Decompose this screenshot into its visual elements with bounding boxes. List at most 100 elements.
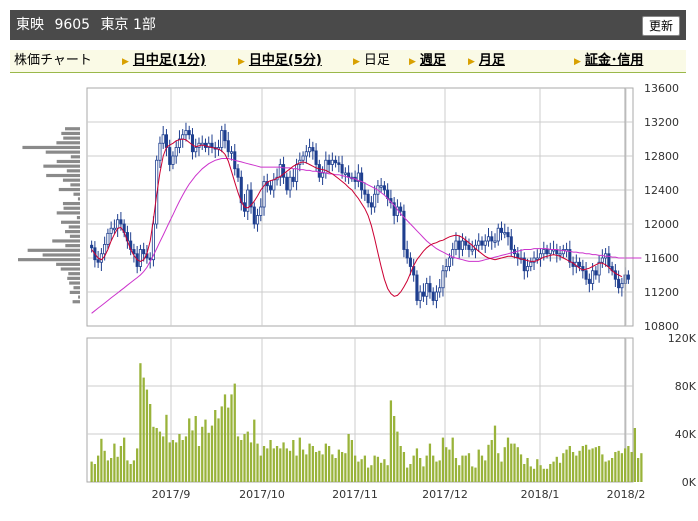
- volume-bar: [428, 443, 432, 482]
- volume-bar: [93, 464, 97, 482]
- volume-profile-bar: [56, 159, 80, 164]
- candle-body: [594, 270, 598, 276]
- candle-body: [317, 164, 321, 178]
- volume-bar: [575, 455, 578, 482]
- volume-bar: [327, 446, 331, 482]
- volume-bar: [487, 444, 490, 482]
- candle-body: [418, 291, 422, 301]
- candle-body: [626, 274, 630, 280]
- candle-body: [236, 168, 240, 178]
- candle-body: [194, 147, 198, 153]
- volume-bar: [497, 453, 500, 482]
- candle-body: [493, 240, 497, 243]
- volume-bar: [558, 462, 562, 482]
- volume-bar: [366, 467, 370, 482]
- candle-body: [226, 140, 230, 153]
- volume-bar: [584, 444, 588, 482]
- volume-bar: [357, 461, 360, 482]
- candle-body: [259, 206, 263, 216]
- volume-bar: [363, 455, 367, 482]
- candle-body: [184, 130, 188, 136]
- volume-bar: [454, 458, 458, 482]
- volume-profile-bar: [42, 253, 80, 257]
- volume-bar: [262, 446, 266, 482]
- candle-body: [578, 261, 582, 267]
- volume-bar: [266, 448, 269, 482]
- volume-bar: [223, 394, 227, 482]
- candle-body: [620, 283, 624, 289]
- volume-bar: [175, 442, 178, 482]
- price-axis-label: 13200: [644, 116, 679, 129]
- volume-bar: [246, 431, 249, 482]
- candle-body: [190, 134, 195, 153]
- candle-body: [334, 159, 338, 164]
- volume-bar: [282, 442, 285, 482]
- candle-body: [509, 236, 513, 250]
- volume-profile-bar: [65, 230, 80, 234]
- candle-body: [399, 206, 403, 212]
- volume-bar: [526, 458, 529, 482]
- volume-profile-bar: [46, 173, 80, 178]
- candle-body: [535, 257, 539, 260]
- volume-bar: [201, 426, 204, 482]
- volume-bar: [614, 452, 617, 482]
- candle-body: [369, 202, 373, 208]
- candle-body: [617, 278, 621, 289]
- candle-body: [327, 159, 331, 165]
- volume-bar: [409, 464, 412, 482]
- candle-body: [597, 261, 601, 276]
- candle-body: [444, 266, 448, 272]
- volume-bar: [113, 443, 116, 482]
- volume-bar: [536, 459, 539, 482]
- volume-profile-bar: [22, 145, 80, 150]
- volume-bar: [623, 448, 627, 482]
- volume-bar: [529, 466, 532, 482]
- candle-body: [591, 270, 595, 284]
- volume-bar: [279, 448, 282, 482]
- candle-body: [477, 240, 481, 246]
- candle-body: [434, 291, 438, 301]
- volume-bar: [155, 428, 158, 482]
- candle-body: [288, 176, 292, 191]
- volume-bar: [402, 452, 406, 482]
- volume-bar: [412, 455, 415, 482]
- volume-bar: [110, 458, 113, 482]
- candle-body: [548, 249, 552, 255]
- volume-bar: [474, 467, 477, 482]
- candle-body: [285, 176, 289, 191]
- volume-bar: [249, 442, 253, 482]
- volume-bar: [103, 450, 106, 482]
- volume-bar: [432, 455, 435, 482]
- date-axis-label: 2017/12: [422, 488, 468, 501]
- candle-body: [116, 219, 120, 229]
- volume-bar: [243, 434, 246, 482]
- candle-body: [460, 240, 465, 250]
- candle-body: [168, 147, 172, 165]
- volume-profile-bar: [76, 216, 80, 220]
- volume-bar: [448, 449, 451, 482]
- candle-body: [308, 147, 312, 153]
- volume-profile-bar: [73, 286, 80, 290]
- volume-bar: [396, 431, 399, 482]
- volume-bar: [353, 455, 357, 482]
- candle-body: [171, 155, 175, 165]
- volume-profile-bar: [69, 290, 80, 294]
- volume-bar: [227, 407, 230, 482]
- volume-bar: [425, 455, 428, 482]
- candle-body: [408, 257, 412, 267]
- volume-profile-bar: [60, 267, 80, 271]
- volume-bar: [438, 460, 441, 482]
- volume-bar: [383, 459, 386, 482]
- candle-body: [109, 227, 113, 234]
- volume-bar: [347, 434, 350, 482]
- price-axis-label: 12000: [644, 218, 679, 231]
- volume-profile-bar: [56, 211, 80, 215]
- volume-bar: [305, 454, 308, 482]
- volume-profile-bar: [70, 183, 80, 187]
- date-axis-labels: 2017/9 2017/10 2017/11 2017/12 2018/1 2018/2: [152, 488, 646, 501]
- candle-body: [304, 151, 308, 157]
- price-axis-label: 13600: [644, 82, 679, 95]
- candle-body: [539, 253, 543, 259]
- volume-bar: [214, 410, 217, 482]
- volume-axis-label: 80K: [675, 380, 697, 393]
